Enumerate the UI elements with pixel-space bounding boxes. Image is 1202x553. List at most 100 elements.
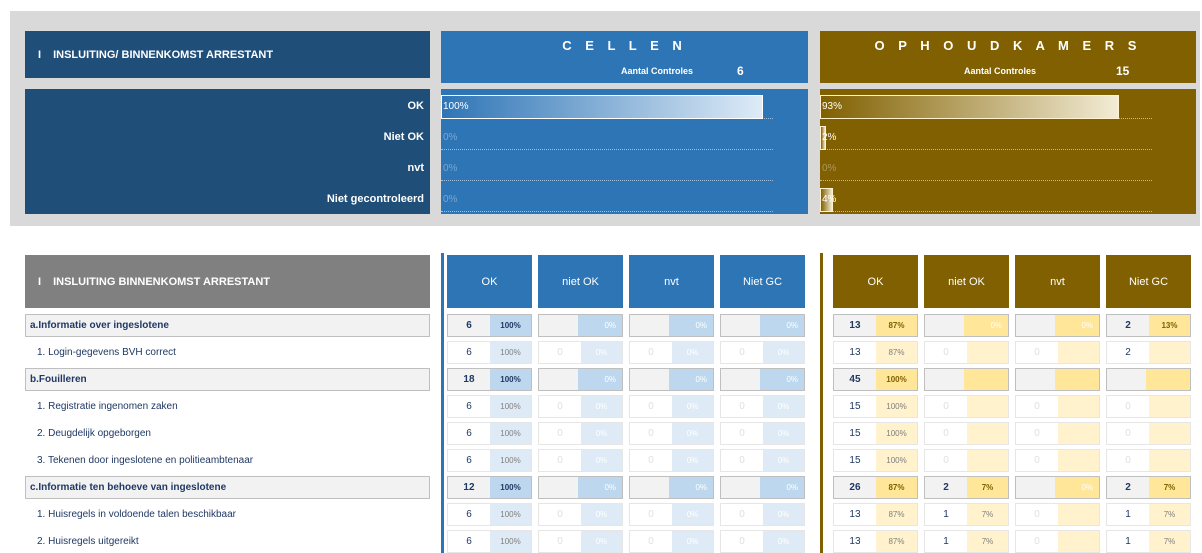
- percent-cell: 0%: [759, 369, 804, 390]
- percent-cell: 100%: [875, 369, 917, 390]
- table-cell-group: 0 0%: [629, 449, 714, 472]
- count-cell: 0: [648, 536, 654, 547]
- table-cell-group: 6 100%: [447, 422, 532, 445]
- cel-col-ok: OK: [447, 255, 532, 308]
- table-cell-group: 2 7%: [924, 476, 1009, 499]
- oph-bar-fill: [820, 95, 1119, 119]
- table-title: I INSLUITING BINNENKOMST ARRESTANT: [25, 255, 430, 308]
- count-cell: 2: [1125, 320, 1131, 331]
- percent-cell: 100%: [489, 423, 531, 444]
- count-cell: 0: [557, 428, 563, 439]
- percent-cell: 0%: [671, 504, 713, 525]
- count-cell: 0: [648, 509, 654, 520]
- count-cell: [630, 369, 669, 390]
- table-cell-group: 6 100%: [447, 530, 532, 553]
- percent-cell: 0%: [759, 477, 804, 498]
- count-cell: [630, 315, 669, 336]
- percent-cell: 0%: [580, 342, 622, 363]
- table-cell-group: 0: [1015, 395, 1100, 418]
- table-cell-group: 1 7%: [924, 503, 1009, 526]
- table-cell-group: 0%: [720, 368, 805, 391]
- percent-cell: 100%: [875, 396, 917, 417]
- table-cell-group: 2 13%: [1106, 314, 1191, 337]
- count-cell: 0: [1034, 347, 1040, 358]
- oph-divider: [820, 253, 823, 553]
- percent-cell: 0%: [762, 531, 804, 552]
- count-cell: 2: [943, 482, 949, 493]
- percent-cell: 0%: [963, 315, 1008, 336]
- cel-col-niet-ok: niet OK: [538, 255, 623, 308]
- bar-marker-icon: I: [38, 48, 42, 61]
- percent-cell: 0%: [671, 423, 713, 444]
- percent-cell: [1057, 342, 1099, 363]
- percent-cell: [1054, 369, 1099, 390]
- percent-cell: 100%: [875, 423, 917, 444]
- table-cell-group: 15 100%: [833, 422, 918, 445]
- count-cell: 6: [466, 509, 472, 520]
- count-cell: [721, 315, 760, 336]
- count-cell: 15: [849, 455, 861, 466]
- percent-cell: 0%: [580, 450, 622, 471]
- count-cell: 0: [557, 455, 563, 466]
- percent-cell: [1148, 423, 1190, 444]
- percent-cell: 100%: [875, 450, 917, 471]
- dotted-baseline: [820, 149, 1152, 150]
- percent-cell: 0%: [671, 342, 713, 363]
- table-cell-group: 0%: [720, 476, 805, 499]
- count-cell: 26: [849, 482, 861, 493]
- oph-bar-label: 2%: [822, 132, 837, 143]
- row-labels-box: OK Niet OK nvt Niet gecontroleerd: [25, 89, 430, 214]
- count-cell: 1: [943, 536, 949, 547]
- dotted-baseline: [441, 211, 773, 212]
- section-row-label: c.Informatie ten behoeve van ingeslotene: [25, 476, 430, 499]
- percent-cell: [966, 396, 1008, 417]
- oph-col-nvt: nvt: [1015, 255, 1100, 308]
- count-cell: [721, 369, 760, 390]
- count-cell: 2: [1125, 482, 1131, 493]
- count-cell: 15: [849, 428, 861, 439]
- count-cell: 0: [1034, 536, 1040, 547]
- count-cell: [925, 369, 964, 390]
- table-cell-group: 0%: [1015, 314, 1100, 337]
- table-cell-group: 0%: [538, 314, 623, 337]
- table-cell-group: 0 0%: [629, 395, 714, 418]
- count-cell: 2: [1125, 347, 1131, 358]
- percent-cell: 7%: [966, 531, 1008, 552]
- item-row-label: 1. Registratie ingenomen zaken: [37, 401, 178, 412]
- oph-bar-row: 0%: [820, 157, 1152, 181]
- oph-bar-row: 4%: [820, 188, 1152, 212]
- percent-cell: 87%: [875, 477, 917, 498]
- count-cell: 0: [739, 401, 745, 412]
- count-cell: 0: [648, 428, 654, 439]
- percent-cell: 7%: [966, 477, 1008, 498]
- table-cell-group: 6 100%: [447, 449, 532, 472]
- section-row-label: a.Informatie over ingeslotene: [25, 314, 430, 337]
- table-cell-group: 0%: [629, 314, 714, 337]
- table-cell-group: 0 0%: [538, 395, 623, 418]
- count-cell: [630, 477, 669, 498]
- count-cell: 1: [943, 509, 949, 520]
- table-cell-group: 0 0%: [538, 449, 623, 472]
- table-cell-group: 0 0%: [538, 503, 623, 526]
- percent-cell: 7%: [1148, 477, 1190, 498]
- count-cell: 0: [1125, 455, 1131, 466]
- percent-cell: 0%: [762, 450, 804, 471]
- item-row-label: 3. Tekenen door ingeslotene en politieam…: [37, 455, 254, 466]
- percent-cell: 0%: [671, 531, 713, 552]
- count-cell: 0: [1125, 401, 1131, 412]
- cellen-bar-row: 0%: [441, 188, 773, 212]
- cellen-controles-label: Aantal Controles: [621, 66, 694, 76]
- percent-cell: 7%: [1148, 504, 1190, 525]
- percent-cell: 100%: [489, 450, 531, 471]
- table-cell-group: 0%: [924, 314, 1009, 337]
- table-cell-group: 1 7%: [924, 530, 1009, 553]
- table-cell-group: 6 100%: [447, 341, 532, 364]
- oph-bar-label: 0%: [822, 163, 837, 174]
- count-cell: 6: [466, 347, 472, 358]
- count-cell: [1016, 315, 1055, 336]
- count-cell: 12: [463, 482, 475, 493]
- table-cell-group: 0: [1015, 422, 1100, 445]
- cellen-bar-label: 0%: [443, 132, 458, 143]
- count-cell: 0: [557, 401, 563, 412]
- percent-cell: 100%: [489, 531, 531, 552]
